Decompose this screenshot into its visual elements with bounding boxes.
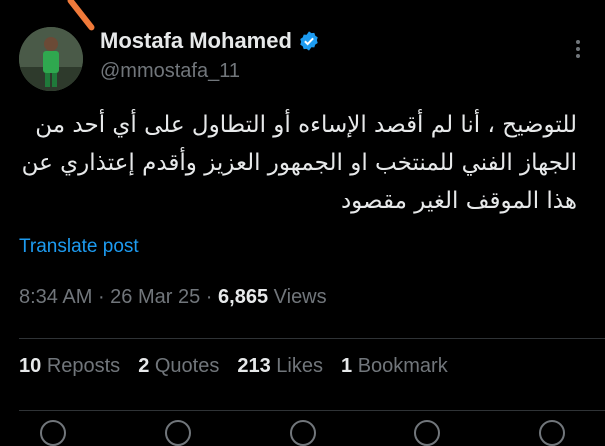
post-date[interactable]: 26 Mar 25	[110, 286, 200, 308]
likes-count: 213	[237, 355, 271, 377]
reposts-label: Reposts	[46, 355, 121, 377]
action-bar	[40, 420, 565, 446]
share-icon[interactable]	[539, 420, 565, 446]
meta-separator: ·	[97, 286, 111, 308]
author-name-text[interactable]: Mostafa Mohamed	[100, 28, 292, 54]
reposts-count: 10	[19, 355, 42, 377]
repost-icon[interactable]	[164, 420, 191, 446]
bookmarks-label: Bookmark	[357, 355, 448, 377]
post-meta: 8:34 AM · 26 Mar 25 · 6,865 Views	[19, 286, 327, 309]
post-text: للتوضيح ، أنا لم أقصد الإساءه أو التطاول…	[21, 112, 577, 214]
quotes-stat[interactable]: 2 Quotes	[138, 355, 219, 378]
translate-post-link[interactable]: Translate post	[19, 236, 139, 258]
engagement-stats: 10 Reposts 2 Quotes 213 Likes 1 Bookmark	[19, 355, 448, 378]
author-name[interactable]: Mostafa Mohamed	[100, 28, 320, 54]
like-icon[interactable]	[289, 420, 316, 446]
quotes-label: Quotes	[154, 355, 220, 377]
likes-stat[interactable]: 213 Likes	[237, 355, 323, 378]
bookmarks-stat[interactable]: 1 Bookmark	[341, 355, 448, 378]
annotation-mark	[66, 0, 96, 32]
divider	[19, 338, 605, 339]
verified-badge-icon	[300, 31, 318, 51]
meta-separator: ·	[205, 286, 219, 308]
bookmarks-count: 1	[341, 355, 353, 377]
reply-icon[interactable]	[40, 420, 66, 446]
views-label: Views	[273, 286, 327, 308]
more-options-icon[interactable]	[575, 40, 581, 58]
bookmark-icon[interactable]	[414, 420, 441, 446]
post-time[interactable]: 8:34 AM	[19, 286, 92, 308]
likes-label: Likes	[276, 355, 323, 377]
divider	[19, 410, 605, 411]
author-handle[interactable]: @mmostafa_11	[100, 60, 240, 83]
reposts-stat[interactable]: 10 Reposts	[19, 355, 120, 378]
quotes-count: 2	[138, 355, 150, 377]
avatar-image	[19, 27, 83, 91]
views-count: 6,865	[218, 286, 269, 308]
avatar[interactable]	[19, 27, 83, 91]
